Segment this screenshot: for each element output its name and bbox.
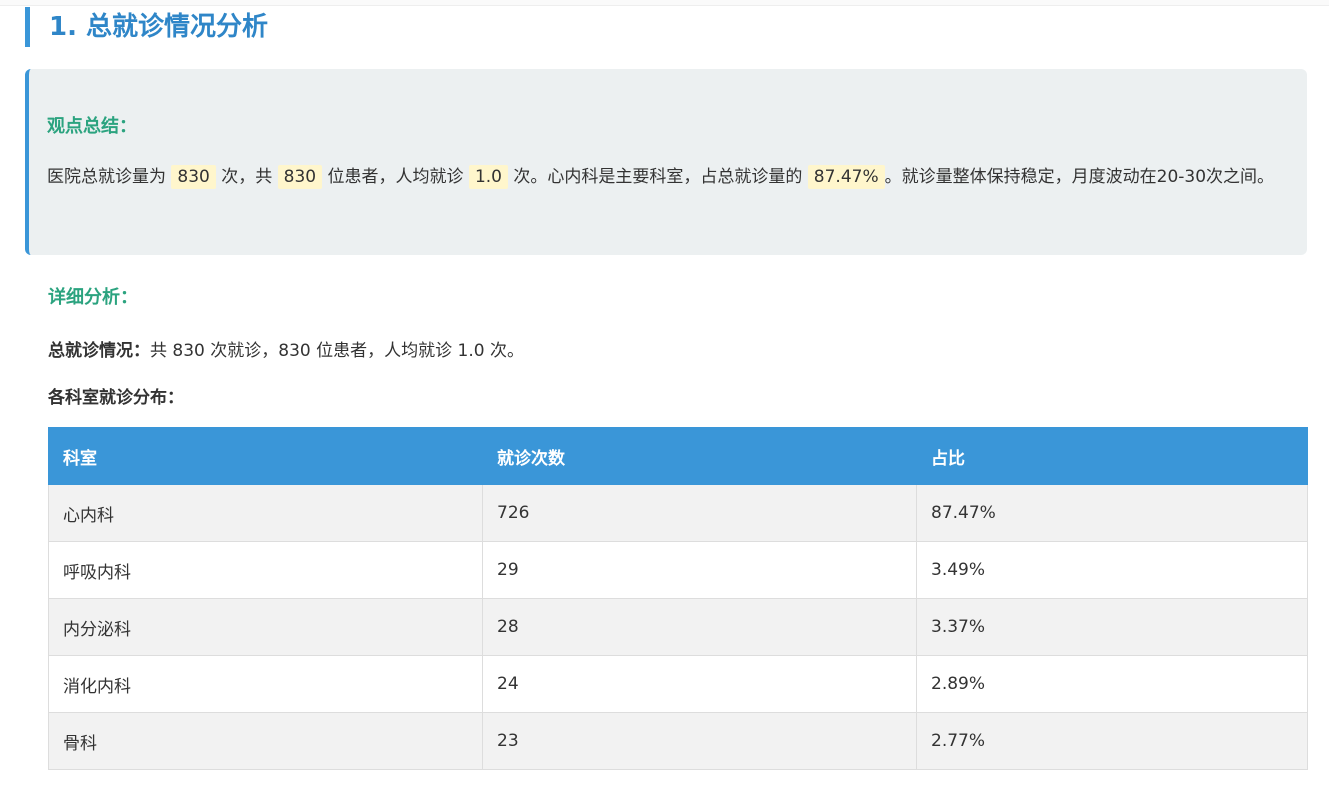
summary-box: 观点总结： 医院总就诊量为 830 次，共 830 位患者，人均就诊 1.0 次… [25, 69, 1307, 255]
total-text: 共 830 次就诊，830 位患者，人均就诊 1.0 次。 [150, 341, 524, 361]
table-row: 心内科 726 87.47% [48, 484, 1308, 542]
summary-heading: 观点总结： [47, 116, 137, 137]
cell-share: 3.37% [916, 598, 1308, 656]
table-row: 消化内科 24 2.89% [48, 655, 1308, 713]
table-row: 内分泌科 28 3.37% [48, 598, 1308, 656]
highlight-total-visits: 830 [171, 165, 216, 189]
summary-text-part: 次。心内科是主要科室，占总就诊量的 [513, 167, 803, 187]
summary-text: 医院总就诊量为 830 次，共 830 位患者，人均就诊 1.0 次。心内科是主… [47, 162, 1297, 192]
table-row: 骨科 23 2.77% [48, 712, 1308, 770]
summary-text-part: 次，共 [221, 167, 273, 187]
cell-share: 2.89% [916, 655, 1308, 713]
detail-heading: 详细分析： [48, 287, 138, 308]
cell-visits: 28 [482, 598, 917, 656]
cell-visits: 23 [482, 712, 917, 770]
cell-share: 3.49% [916, 541, 1308, 599]
header-visits: 就诊次数 [482, 427, 917, 485]
header-department: 科室 [48, 427, 483, 485]
summary-text-part: 位患者，人均就诊 [327, 167, 464, 187]
highlight-patients: 830 [277, 165, 323, 189]
total-label: 总就诊情况： [48, 341, 150, 361]
summary-text-part: 。就诊量整体保持稳定，月度波动在20-30次之间。 [884, 167, 1275, 187]
cell-share: 2.77% [916, 712, 1308, 770]
distribution-label: 各科室就诊分布： [48, 388, 184, 408]
header-share: 占比 [916, 427, 1308, 485]
cell-department: 呼吸内科 [48, 541, 483, 599]
table-row: 呼吸内科 29 3.49% [48, 541, 1308, 599]
top-divider [0, 0, 1329, 6]
highlight-top-share: 87.47% [807, 165, 885, 189]
summary-text-part: 医院总就诊量为 [47, 167, 166, 187]
total-line: 总就诊情况：共 830 次就诊，830 位患者，人均就诊 1.0 次。 [48, 336, 524, 361]
highlight-average: 1.0 [468, 165, 508, 189]
cell-department: 内分泌科 [48, 598, 483, 656]
cell-visits: 24 [482, 655, 917, 713]
cell-department: 消化内科 [48, 655, 483, 713]
cell-department: 心内科 [48, 484, 483, 542]
department-table: 科室 就诊次数 占比 心内科 726 87.47% 呼吸内科 29 3.49% … [48, 427, 1308, 770]
section-title: 1. 总就诊情况分析 [25, 7, 268, 47]
cell-visits: 726 [482, 484, 917, 542]
table-header-row: 科室 就诊次数 占比 [48, 427, 1308, 485]
cell-share: 87.47% [916, 484, 1308, 542]
cell-department: 骨科 [48, 712, 483, 770]
cell-visits: 29 [482, 541, 917, 599]
